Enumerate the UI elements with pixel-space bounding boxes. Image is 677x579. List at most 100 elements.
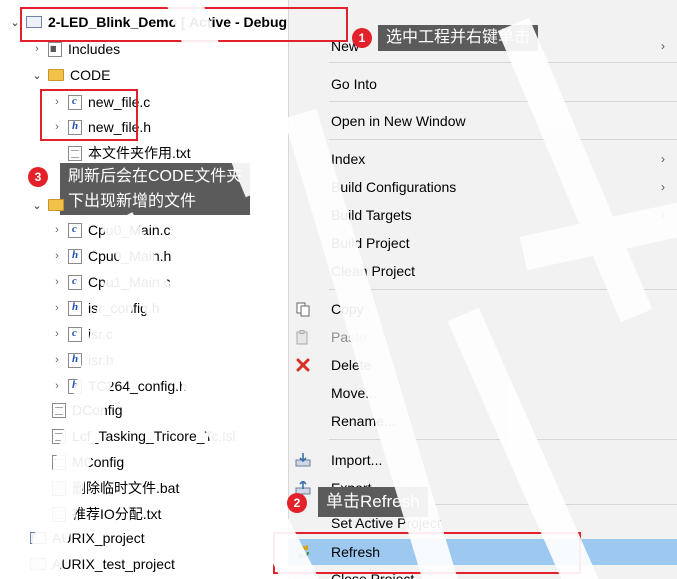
tree-item-aurix-test-project[interactable]: AURIX_test_project xyxy=(30,552,175,576)
tree-item-label: DConfig xyxy=(72,402,123,418)
submenu-arrow-icon: › xyxy=(661,152,665,166)
chevron-right-icon[interactable]: › xyxy=(30,42,44,56)
menu-item-paste[interactable]: Paste xyxy=(289,324,677,350)
step3-callout-line2: 下出现新增的文件 xyxy=(68,193,197,210)
step3-callout-line1: 刷新后会在CODE文件夹 xyxy=(68,168,243,185)
tree-item-label: TC264_config.h xyxy=(88,378,187,394)
menu-item-import[interactable]: Import... xyxy=(289,447,677,473)
menu-item-label: Paste xyxy=(331,329,367,345)
menu-item-delete[interactable]: Delete xyxy=(289,352,677,378)
tree-item-label: Lcf_Tasking_Tricore_Tc.lsl xyxy=(72,428,236,444)
tree-item-label: 本文件夹作用.txt xyxy=(88,145,191,161)
menu-separator xyxy=(329,139,677,140)
chevron-down-icon[interactable]: ⌄ xyxy=(30,198,44,212)
menu-item-clean-project[interactable]: Clean Project xyxy=(289,258,677,284)
menu-separator xyxy=(329,62,677,63)
menu-item-open-new-window[interactable]: Open in New Window xyxy=(289,108,677,134)
highlight-box-refresh xyxy=(273,532,581,574)
menu-item-rename[interactable]: Rename... xyxy=(289,408,677,434)
tree-item-isr-config-h[interactable]: › isr_config.h xyxy=(50,296,160,320)
tree-item-lcf-lsl[interactable]: Lcf_Tasking_Tricore_Tc.lsl xyxy=(52,424,236,448)
h-file-icon xyxy=(68,248,82,264)
menu-item-go-into[interactable]: Go Into xyxy=(289,71,677,97)
menu-item-label: Build Configurations xyxy=(331,179,457,195)
chevron-right-icon[interactable]: › xyxy=(50,223,64,237)
menu-item-build-targets[interactable]: Build Targets › xyxy=(289,202,677,228)
step2-callout: 单击Refresh xyxy=(318,487,428,517)
highlight-box-project xyxy=(20,7,348,42)
chevron-down-icon[interactable]: ⌄ xyxy=(30,68,44,82)
menu-item-move[interactable]: Move... xyxy=(289,380,677,406)
c-file-icon xyxy=(68,274,82,290)
folder-icon xyxy=(48,69,64,81)
c-file-icon xyxy=(68,326,82,342)
menu-item-label: Index xyxy=(331,151,366,167)
menu-item-label: Import... xyxy=(331,452,383,468)
step1-callout: 选中工程并右键单击 xyxy=(378,25,539,51)
submenu-arrow-icon: › xyxy=(661,180,665,194)
menu-item-label: Build Project xyxy=(331,235,410,251)
project-explorer: ⌄ 2-LED_Blink_Demo [ Active - Debug ] › … xyxy=(0,0,296,579)
tree-item-label: isr.h xyxy=(88,352,114,368)
batch-file-icon xyxy=(52,480,66,496)
tree-item-label: 推荐IO分配.txt xyxy=(72,506,162,522)
menu-separator xyxy=(329,289,677,290)
menu-item-build-project[interactable]: Build Project xyxy=(289,230,677,256)
tree-item-mconfig[interactable]: MConfig xyxy=(52,450,124,474)
tree-item-label: CODE xyxy=(70,67,111,83)
copy-icon xyxy=(295,301,311,317)
menu-item-label: Go Into xyxy=(331,76,377,92)
step3-badge: 3 xyxy=(28,167,48,187)
tree-item-readme-txt[interactable]: 本文件夹作用.txt xyxy=(68,141,191,165)
tree-item-dconfig[interactable]: DConfig xyxy=(52,398,123,422)
menu-item-copy[interactable]: Copy xyxy=(289,296,677,322)
menu-item-index[interactable]: Index › xyxy=(289,146,677,172)
import-icon xyxy=(295,452,311,468)
tree-item-label: Cpu1_Main.c xyxy=(88,274,171,290)
chevron-right-icon[interactable]: › xyxy=(50,249,64,263)
tree-item-label: MConfig xyxy=(72,454,125,470)
menu-item-label: Rename... xyxy=(331,413,396,429)
h-file-icon xyxy=(68,300,82,316)
tree-item-clean-bat[interactable]: 删除临时文件.bat xyxy=(52,476,179,500)
menu-item-label: Build Targets xyxy=(331,207,412,223)
tree-item-cpu0-main-c[interactable]: › Cpu0_Main.c xyxy=(50,218,170,242)
tree-item-io-txt[interactable]: 推荐IO分配.txt xyxy=(52,502,161,526)
chevron-right-icon[interactable]: › xyxy=(50,379,64,393)
chevron-right-icon[interactable]: › xyxy=(50,275,64,289)
tree-item-aurix-project[interactable]: AURIX_project xyxy=(30,526,145,550)
menu-separator xyxy=(329,101,677,102)
menu-item-label: Copy xyxy=(331,301,364,317)
tree-item-code-folder[interactable]: ⌄ CODE xyxy=(30,63,110,87)
menu-item-label: Move... xyxy=(331,385,377,401)
menu-item-build-configurations[interactable]: Build Configurations › xyxy=(289,174,677,200)
tree-item-label: AURIX_project xyxy=(52,530,145,546)
chevron-right-icon[interactable]: › xyxy=(50,301,64,315)
tree-item-isr-c[interactable]: › isr.c xyxy=(50,322,113,346)
chevron-right-icon[interactable]: › xyxy=(50,327,64,341)
tree-item-tc264-config-h[interactable]: › TC264_config.h xyxy=(50,374,187,398)
h-file-icon xyxy=(68,352,82,368)
menu-item-label: Set Active Project xyxy=(331,515,441,531)
step1-badge: 1 xyxy=(352,28,372,48)
text-file-icon xyxy=(52,454,66,470)
menu-item-label: Open in New Window xyxy=(331,113,466,129)
menu-item-label: Delete xyxy=(331,357,372,373)
submenu-arrow-icon: › xyxy=(661,39,665,53)
h-file-icon xyxy=(68,378,82,394)
step3-callout: 刷新后会在CODE文件夹 下出现新增的文件 xyxy=(60,163,251,215)
tree-item-label: Includes xyxy=(68,41,121,57)
includes-icon xyxy=(48,41,62,57)
project-icon xyxy=(30,558,46,570)
tree-item-hidden-folder[interactable]: ⌄ xyxy=(30,193,70,217)
tree-item-isr-h[interactable]: › isr.h xyxy=(50,348,114,372)
chevron-right-icon[interactable]: › xyxy=(50,353,64,367)
tree-item-label: 删除临时文件.bat xyxy=(72,480,180,496)
tree-item-cpu1-main-c[interactable]: › Cpu1_Main.c xyxy=(50,270,171,294)
text-file-icon xyxy=(52,402,66,418)
submenu-arrow-icon: › xyxy=(661,208,665,222)
menu-separator xyxy=(329,439,677,440)
menu-item-label: Clean Project xyxy=(331,263,416,279)
tree-item-label: isr_config.h xyxy=(88,300,160,316)
tree-item-cpu0-main-h[interactable]: › Cpu0_Main.h xyxy=(50,244,171,268)
